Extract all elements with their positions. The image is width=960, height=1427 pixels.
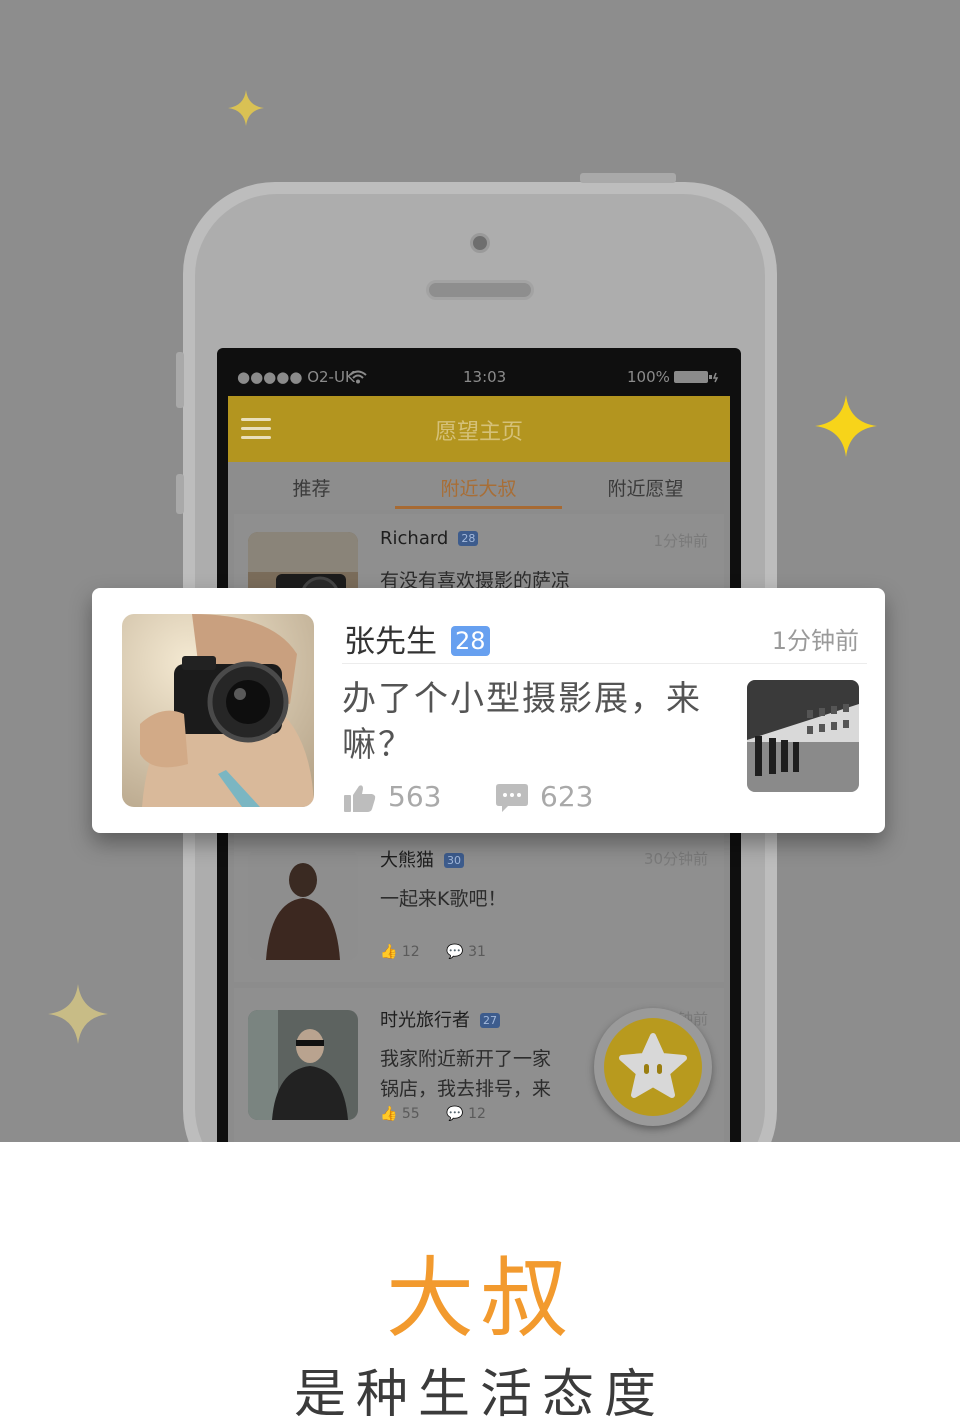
thumbs-up-icon [344,785,376,812]
tab-nearby-wishes[interactable]: 附近愿望 [562,474,729,501]
user-name-text: 时光旅行者 [380,1010,470,1031]
list-item[interactable]: 大熊猫 30 30分钟前 一起来K歌吧！ 👍 12 💬 31 [234,832,724,982]
post-message-line: 锅店，我去排号，来 [380,1078,552,1100]
avatar [122,614,314,807]
mute-switch [176,352,184,408]
user-name-text: 张先生 [344,624,437,660]
post-message-line: 我家附近新开了一家 [380,1048,552,1070]
user-name: Richard 28 [380,528,479,549]
sparkle-icon [815,395,877,457]
comment-icon [496,784,528,812]
star-mascot-icon [619,1033,687,1098]
page-title: 愿望主页 [434,420,523,445]
front-camera [470,233,490,253]
promo-background: ●●●●● O2-UK 13:03 100% 愿望主页 推荐 附近大叔 附近愿望… [0,0,960,1142]
user-name: 大熊猫 30 [380,846,464,872]
user-name: 时光旅行者 27 [380,1006,500,1032]
user-name-text: Richard [380,528,449,549]
battery-icon [674,371,719,383]
like-stat[interactable]: 563 [344,780,441,813]
post-time: 1分钟前 [653,532,708,550]
thumbs-up-icon[interactable]: 👍 [380,944,397,960]
comment-icon[interactable]: 💬 [446,944,463,960]
earpiece-speaker [426,280,534,300]
clock-label: 13:03 [463,368,507,386]
promo-subline: 是种生活态度 [293,1365,666,1425]
comment-count: 623 [540,780,594,813]
post-message: 一起来K歌吧！ [380,888,507,910]
sparkle-icon [228,90,264,126]
tab-nearby-uncles[interactable]: 附近大叔 [395,474,562,501]
post-stats: 👍 12 💬 31 [380,944,486,960]
power-button [580,173,676,183]
tab-recommend[interactable]: 推荐 [228,474,395,501]
volume-up-button [176,474,184,514]
sparkle-icon [48,984,108,1044]
age-badge: 30 [444,853,464,868]
post-message: 我家附近新开了一家 锅店，我去排号，来 [380,1044,551,1104]
comment-icon[interactable]: 💬 [446,1106,463,1122]
promo-headline: 大叔 [385,1247,574,1350]
post-time: 1分钟前 [771,627,859,655]
thumbs-up-icon[interactable]: 👍 [380,1106,397,1122]
divider [342,663,867,664]
title-bar: 愿望主页 [228,396,730,462]
like-count: 563 [388,780,442,813]
status-bar: ●●●●● O2-UK 13:03 100% [217,348,741,396]
carrier-label: ●●●●● O2-UK [237,368,355,386]
highlight-card[interactable]: 张先生 28 1分钟前 办了个小型摄影展，来嘛？ 563 623 [92,588,885,833]
wifi-icon [349,370,367,384]
like-count: 55 [401,1106,420,1122]
tab-bar: 推荐 附近大叔 附近愿望 [228,462,730,510]
active-tab-indicator [395,506,562,509]
avatar [248,850,358,960]
like-count: 12 [401,944,420,960]
comment-count: 12 [468,1106,486,1122]
comment-count: 31 [468,944,486,960]
mascot-fab[interactable] [594,1008,712,1126]
avatar [248,1010,358,1120]
age-badge: 28 [458,531,479,546]
age-badge: 27 [480,1013,500,1028]
post-message: 办了个小型摄影展，来嘛？ [342,679,702,765]
user-name-text: 大熊猫 [380,850,434,871]
post-thumbnail[interactable] [747,680,859,792]
post-time: 30分钟前 [643,850,708,868]
battery-label: 100% [627,368,670,386]
user-name: 张先生 28 [344,616,490,661]
post-stats: 👍 55 💬 12 [380,1106,486,1122]
age-badge: 28 [451,626,490,656]
comment-stat[interactable]: 623 [496,780,593,813]
